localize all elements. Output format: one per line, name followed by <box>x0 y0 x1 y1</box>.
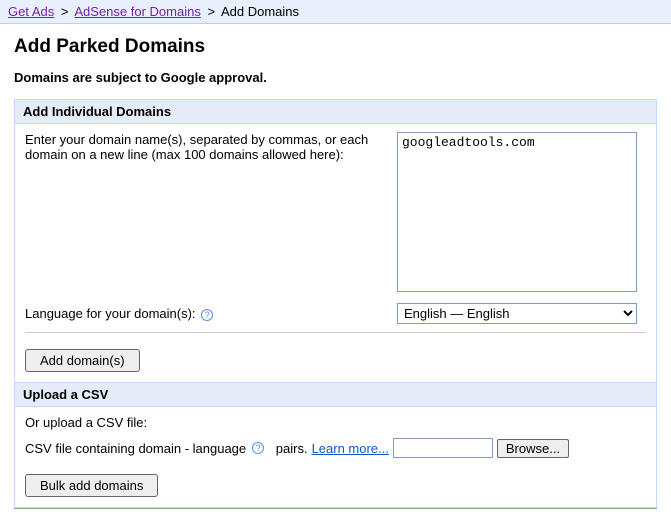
breadcrumb-sep: > <box>207 4 215 19</box>
help-icon[interactable]: ? <box>201 309 213 321</box>
approval-note: Domains are subject to Google approval. <box>14 70 657 85</box>
csv-file-input[interactable] <box>393 438 493 458</box>
domains-textarea[interactable]: googleadtools.com <box>397 132 637 292</box>
learn-more-link[interactable]: Learn more... <box>312 441 389 456</box>
add-individual-header: Add Individual Domains <box>15 100 656 124</box>
breadcrumb-link-get-ads[interactable]: Get Ads <box>8 4 54 19</box>
add-individual-panel: Add Individual Domains Enter your domain… <box>14 99 657 508</box>
bottom-divider <box>14 508 657 509</box>
domain-instruction: Enter your domain name(s), separated by … <box>25 132 385 162</box>
browse-button[interactable]: Browse... <box>497 439 569 458</box>
language-label: Language for your domain(s): <box>25 306 196 321</box>
upload-csv-header: Upload a CSV <box>15 382 656 407</box>
add-domains-button[interactable]: Add domain(s) <box>25 349 140 372</box>
csv-or-upload: Or upload a CSV file: <box>25 415 646 430</box>
help-icon[interactable]: ? <box>252 442 264 454</box>
csv-label-prefix: CSV file containing domain - language <box>25 441 246 456</box>
bulk-add-button[interactable]: Bulk add domains <box>25 474 158 497</box>
breadcrumb-current: Add Domains <box>221 4 299 19</box>
language-select[interactable]: English — English <box>397 303 637 324</box>
csv-label-suffix: pairs. <box>276 441 308 456</box>
page-title: Add Parked Domains <box>14 36 657 58</box>
breadcrumb-link-adsense-domains[interactable]: AdSense for Domains <box>74 4 200 19</box>
breadcrumb: Get Ads > AdSense for Domains > Add Doma… <box>0 0 671 24</box>
breadcrumb-sep: > <box>61 4 69 19</box>
